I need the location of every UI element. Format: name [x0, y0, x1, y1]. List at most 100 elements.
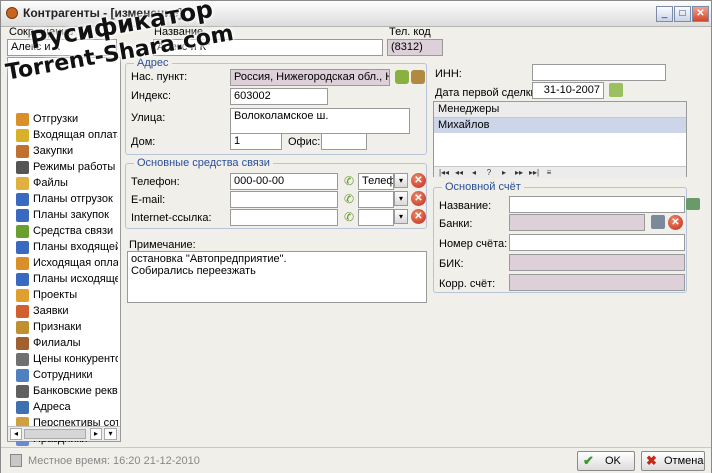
navigator-button[interactable]: |◂◂ — [438, 167, 450, 179]
scroll-thumb[interactable] — [24, 429, 86, 439]
navigator-button[interactable]: ◂ — [468, 167, 480, 179]
sidebar-item-icon — [16, 353, 29, 366]
inn-input[interactable] — [532, 64, 666, 81]
sidebar-item[interactable]: Средства связи — [16, 224, 118, 240]
ok-button[interactable]: ✔ OK — [577, 451, 635, 471]
sidebar-item[interactable]: Адреса — [16, 400, 118, 416]
scroll-down-icon[interactable]: ▾ — [104, 428, 117, 440]
delete-bank-icon[interactable]: ✕ — [668, 215, 683, 230]
street-input[interactable]: Волоколамское ш. — [230, 108, 410, 134]
sidebar-item[interactable]: Банковские реквизи — [16, 384, 118, 400]
locality-input[interactable]: Россия, Нижегородская обл., Нижний — [230, 69, 390, 86]
sidebar-item[interactable]: Филиалы — [16, 336, 118, 352]
email-label: E-mail: — [131, 194, 166, 206]
cancel-button[interactable]: ✖ Отмена — [641, 451, 705, 471]
sidebar-item[interactable]: Закупки — [16, 144, 118, 160]
corr-input[interactable] — [509, 274, 685, 291]
delete-phone-icon[interactable]: ✕ — [411, 173, 426, 188]
note-textarea[interactable]: остановка "Автопредприятие". Собирались … — [127, 251, 427, 303]
sidebar-item-icon — [16, 257, 29, 270]
email-type-select[interactable] — [358, 191, 394, 208]
sidebar-scrollbar[interactable]: ◂ ▸ ▾ — [8, 426, 120, 441]
sidebar-item-label: Планы исходящей оп — [33, 273, 118, 285]
chevron-down-icon[interactable]: ▾ — [394, 173, 408, 188]
navigator-button[interactable]: ◂◂ — [453, 167, 465, 179]
sidebar-item[interactable]: Сотрудники — [16, 368, 118, 384]
sidebar-item-label: Проекты — [33, 289, 78, 301]
calculator-icon[interactable] — [10, 454, 22, 467]
sidebar-item-label: Филиалы — [33, 337, 81, 349]
footer: Местное время: 16:20 21-12-2010 ✔ OK ✖ О… — [1, 447, 711, 473]
scroll-left-icon[interactable]: ◂ — [10, 428, 22, 440]
sidebar-item-label: Отгрузки — [33, 113, 79, 125]
chevron-down-icon[interactable]: ▾ — [394, 191, 408, 206]
sidebar-item[interactable]: Цены конкурентов — [16, 352, 118, 368]
note-line: Собирались переезжать — [131, 265, 256, 277]
navigator-button[interactable]: ≡ — [543, 167, 555, 179]
navigator-button[interactable]: ▸▸ — [513, 167, 525, 179]
web-type-select[interactable] — [358, 209, 394, 226]
sidebar-item-icon — [16, 241, 29, 254]
sidebar-item[interactable]: Планы входящей оп — [16, 240, 118, 256]
minimize-button[interactable]: _ — [656, 6, 673, 22]
locality-select-icon[interactable] — [395, 70, 409, 84]
sidebar-item-icon — [16, 289, 29, 302]
sidebar-item-label: Планы закупок — [33, 209, 109, 221]
navigator-button[interactable]: ? — [483, 167, 495, 179]
manager-row[interactable]: Михайлов — [434, 118, 686, 133]
web-icon[interactable]: ✆ — [342, 210, 356, 224]
navigator-button[interactable]: ▸▸| — [528, 167, 540, 179]
sidebar-item[interactable]: Планы закупок — [16, 208, 118, 224]
inn-label: ИНН: — [435, 68, 462, 80]
sidebar-item[interactable]: Заявки — [16, 304, 118, 320]
sidebar-item[interactable]: Проекты — [16, 288, 118, 304]
sidebar-item-icon — [16, 145, 29, 158]
sidebar-item[interactable]: Признаки — [16, 320, 118, 336]
office-input[interactable] — [321, 133, 367, 150]
maximize-button[interactable]: □ — [674, 6, 691, 22]
chevron-down-icon[interactable]: ▾ — [394, 209, 408, 224]
tel-code-label: Тел. код — [389, 26, 431, 38]
note-label: Примечание: — [129, 239, 196, 251]
account-number-input[interactable] — [509, 234, 685, 251]
house-label: Дом: — [131, 136, 156, 148]
phone-icon[interactable]: ✆ — [342, 174, 356, 188]
bik-input[interactable] — [509, 254, 685, 271]
index-input[interactable]: 603002 — [230, 88, 328, 105]
sidebar-item-label: Закупки — [33, 145, 74, 157]
navigator-button[interactable]: ▸ — [498, 167, 510, 179]
sidebar-item-label: Средства связи — [33, 225, 114, 237]
sidebar-item-icon — [16, 321, 29, 334]
delete-email-icon[interactable]: ✕ — [411, 191, 426, 206]
delete-web-icon[interactable]: ✕ — [411, 209, 426, 224]
email-input[interactable] — [230, 191, 338, 208]
account-name-input[interactable] — [509, 196, 685, 213]
phone-label: Телефон: — [131, 176, 180, 188]
sidebar-item[interactable]: Входящая оплата — [16, 128, 118, 144]
sidebar-item-icon — [16, 273, 29, 286]
sidebar-item-icon — [16, 225, 29, 238]
locality-edit-icon[interactable] — [411, 70, 425, 84]
sidebar-item-label: Планы входящей оп — [33, 241, 118, 253]
sidebar-item[interactable]: Планы исходящей оп — [16, 272, 118, 288]
sidebar-item[interactable]: Отгрузки — [16, 112, 118, 128]
scroll-right-icon[interactable]: ▸ — [90, 428, 102, 440]
phone-input[interactable]: 000-00-00 — [230, 173, 338, 190]
sidebar-item-icon — [16, 385, 29, 398]
sidebar-item[interactable]: Исходящая оплата — [16, 256, 118, 272]
tel-code-input[interactable]: (8312) — [387, 39, 443, 56]
email-icon[interactable]: ✆ — [342, 192, 356, 206]
bank-select-icon[interactable] — [651, 215, 665, 229]
web-input[interactable] — [230, 209, 338, 226]
sidebar-item[interactable]: Планы отгрузок — [16, 192, 118, 208]
sidebar-item[interactable]: Файлы — [16, 176, 118, 192]
phone-type-select[interactable]: Телефо — [358, 173, 394, 190]
first-deal-input[interactable]: 31-10-2007 — [532, 82, 604, 99]
house-input[interactable]: 1 — [230, 133, 282, 150]
account-link-icon[interactable] — [686, 198, 700, 210]
sidebar-item[interactable]: Режимы работы — [16, 160, 118, 176]
bank-input[interactable] — [509, 214, 645, 231]
sidebar-item-label: Режимы работы — [33, 161, 116, 173]
calendar-icon[interactable] — [609, 83, 623, 97]
close-button[interactable]: ✕ — [692, 6, 709, 22]
